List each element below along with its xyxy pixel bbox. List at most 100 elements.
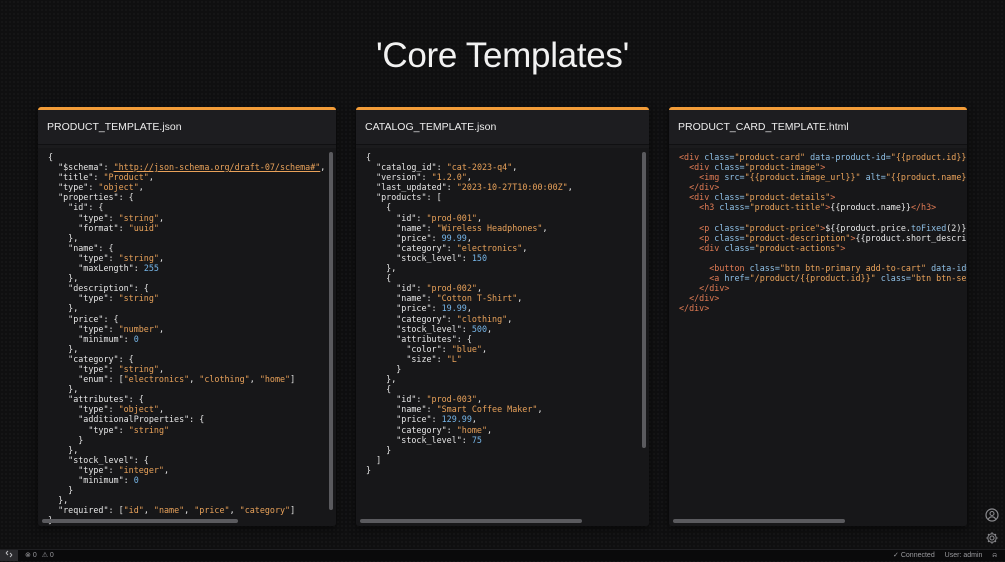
code-line: "category": "clothing",: [366, 313, 513, 324]
code-line: "stock_level": 150: [366, 252, 488, 263]
code-line: "id": {: [48, 202, 104, 213]
code-line: "category": {: [48, 353, 134, 364]
code-line: }: [366, 363, 402, 374]
panel-header: PRODUCT_TEMPLATE.json: [38, 110, 336, 145]
code-line: "price": 129.99,: [366, 414, 477, 425]
code-editor[interactable]: <div class="product-card" data-product-i…: [669, 148, 967, 526]
code-line: "catalog_id": "cat-2023-q4",: [366, 162, 518, 173]
error-icon: ⊗: [25, 552, 31, 559]
code-line: }: [366, 464, 372, 475]
code-line: },: [48, 343, 79, 354]
code-line: "name": "Smart Coffee Maker",: [366, 404, 543, 415]
code-line: },: [366, 263, 397, 274]
code-line: "last_updated": "2023-10-27T10:00:00Z",: [366, 182, 573, 193]
page-title: 'Core Templates': [375, 36, 630, 75]
bell-icon[interactable]: ⍾: [992, 552, 997, 559]
code-line: </div>: [679, 283, 730, 294]
warning-icon: ⚠: [41, 552, 48, 559]
code-line: }: [366, 444, 392, 455]
code-line: <p class="product-description">{{product…: [679, 232, 967, 243]
code-line: "stock_level": {: [48, 454, 149, 465]
problems-indicator[interactable]: ⊗ 0 ⚠ 0: [25, 551, 54, 561]
code-line: },: [48, 273, 79, 284]
code-line: },: [48, 444, 79, 455]
code-content[interactable]: { "catalog_id": "cat-2023-q4", "version"…: [356, 148, 649, 479]
connection-status: Connected: [900, 552, 935, 559]
code-line: {: [366, 202, 392, 213]
remote-icon[interactable]: [0, 550, 18, 561]
code-line: "additionalProperties": {: [48, 414, 205, 425]
code-line: "type": "string",: [48, 252, 164, 263]
code-line: "products": [: [366, 192, 442, 203]
horizontal-scrollbar[interactable]: [673, 519, 845, 523]
code-line: <div class="product-details">: [679, 192, 836, 203]
code-editor[interactable]: { "catalog_id": "cat-2023-q4", "version"…: [356, 148, 649, 526]
vertical-scrollbar[interactable]: [642, 152, 646, 448]
code-line: "id": "prod-003",: [366, 394, 482, 405]
code-line: "minimum": 0: [48, 333, 139, 344]
code-line: "name": "Cotton T-Shirt",: [366, 293, 523, 304]
code-line: ]: [366, 454, 382, 465]
code-line: "type": "integer",: [48, 464, 170, 475]
code-line: </div>: [679, 293, 720, 304]
code-line: "description": {: [48, 283, 149, 294]
panel-product-card-template: PRODUCT_CARD_TEMPLATE.html <div class="p…: [669, 107, 967, 526]
code-content[interactable]: <div class="product-card" data-product-i…: [669, 148, 967, 318]
code-line: "attributes": {: [48, 394, 144, 405]
horizontal-scrollbar[interactable]: [360, 519, 582, 523]
code-line: "price": 19.99,: [366, 303, 472, 314]
code-line: <div class="product-image">: [679, 162, 826, 173]
code-line: "title": "Product",: [48, 172, 154, 183]
code-line: "name": {: [48, 242, 114, 253]
code-line: </div>: [679, 182, 720, 193]
code-line: }: [48, 485, 74, 496]
code-line: <div class="product-card" data-product-i…: [679, 152, 967, 162]
vertical-scrollbar[interactable]: [329, 152, 333, 510]
code-line: }: [48, 434, 84, 445]
code-line: <button class="btn btn-primary add-to-ca…: [679, 263, 967, 274]
code-line: "required": ["id", "name", "price", "cat…: [48, 505, 296, 516]
code-line: "type": "number",: [48, 323, 164, 334]
code-editor[interactable]: { "$schema": "http://json-schema.org/dra…: [38, 148, 336, 526]
code-line: "properties": {: [48, 192, 134, 203]
horizontal-scrollbar[interactable]: [42, 519, 238, 523]
code-line: "color": "blue",: [366, 343, 488, 354]
code-line: "attributes": {: [366, 333, 472, 344]
code-line: <a href="/product/{{product.id}}" class=…: [679, 273, 967, 284]
code-line: "type": "object",: [48, 404, 164, 415]
code-line: },: [366, 374, 397, 385]
gear-icon[interactable]: [985, 530, 999, 544]
code-line: "stock_level": 500,: [366, 323, 493, 334]
code-line: {: [366, 152, 372, 162]
code-line: },: [48, 495, 69, 506]
code-line: "version": "1.2.0",: [366, 172, 472, 183]
panel-product-template: PRODUCT_TEMPLATE.json { "$schema": "http…: [38, 107, 336, 526]
code-line: "type": "string": [48, 293, 159, 304]
code-line: "format": "uuid": [48, 222, 159, 233]
code-content[interactable]: { "$schema": "http://json-schema.org/dra…: [38, 148, 336, 526]
code-line: "$schema": "http://json-schema.org/draft…: [48, 162, 326, 173]
code-line: "type": "object",: [48, 182, 144, 193]
status-bar: ⊗ 0 ⚠ 0 ✓ Connected User: admin ⍾: [0, 549, 1005, 561]
error-count: 0: [32, 552, 37, 559]
code-line: "enum": ["electronics", "clothing", "hom…: [48, 374, 296, 385]
code-line: "category": "electronics",: [366, 242, 528, 253]
code-line: "id": "prod-001",: [366, 212, 482, 223]
panel-catalog-template: CATALOG_TEMPLATE.json { "catalog_id": "c…: [356, 107, 649, 526]
account-icon[interactable]: [985, 507, 999, 522]
code-line: "name": "Wireless Headphones",: [366, 222, 548, 233]
code-line: },: [48, 232, 79, 243]
code-line: "type": "string",: [48, 212, 164, 223]
code-line: </div>: [679, 303, 710, 314]
code-line: <img src="{{product.image_url}}" alt="{{…: [679, 172, 967, 183]
code-line: "minimum": 0: [48, 475, 139, 485]
warning-count: 0: [49, 552, 54, 559]
check-icon: ✓: [893, 552, 899, 559]
code-line: },: [48, 303, 79, 314]
code-line: },: [48, 384, 79, 395]
code-line: "type": "string": [48, 424, 170, 435]
code-line: <p class="product-price">${{product.pric…: [679, 222, 967, 233]
user-status: User: admin: [944, 552, 983, 559]
